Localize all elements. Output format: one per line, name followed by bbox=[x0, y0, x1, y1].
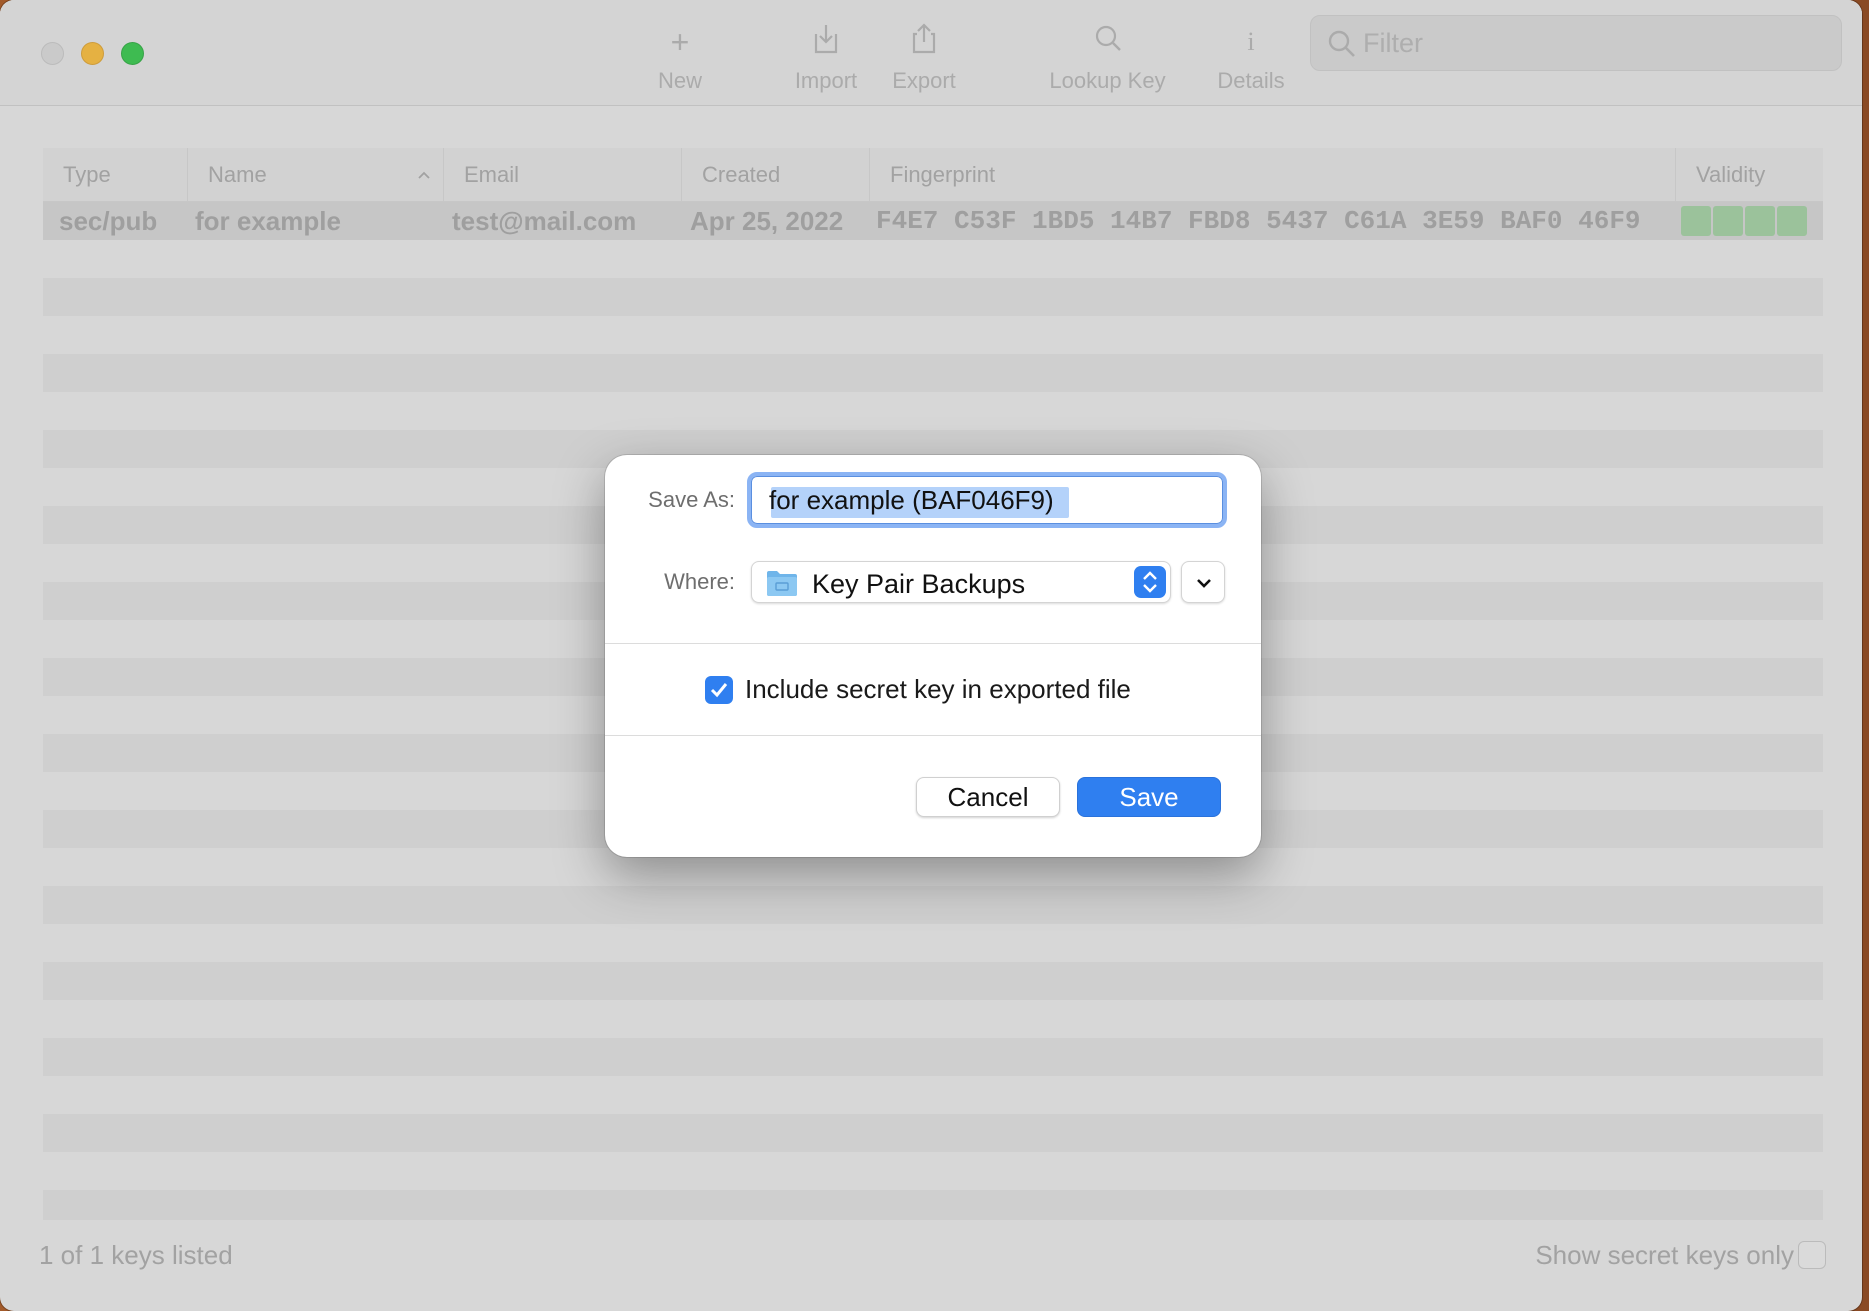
up-down-chevron-icon bbox=[1134, 566, 1166, 598]
save-as-input[interactable] bbox=[751, 476, 1223, 524]
folder-icon bbox=[767, 571, 797, 596]
where-location-value: Key Pair Backups bbox=[812, 569, 1026, 599]
save-as-label: Save As: bbox=[648, 487, 735, 512]
where-location-popup[interactable]: Key Pair Backups bbox=[751, 561, 1171, 603]
cancel-button[interactable]: Cancel bbox=[916, 777, 1060, 817]
chevron-down-icon bbox=[1197, 579, 1211, 588]
save-as-field[interactable] bbox=[747, 472, 1227, 528]
save-button[interactable]: Save bbox=[1077, 777, 1221, 817]
expand-browser-button[interactable] bbox=[1181, 561, 1225, 603]
where-label: Where: bbox=[664, 569, 735, 594]
include-secret-key-checkbox[interactable] bbox=[705, 676, 733, 704]
save-sheet: Save As: Where: Key Pair Backups Include… bbox=[605, 455, 1261, 857]
divider bbox=[605, 643, 1261, 644]
include-secret-key-label: Include secret key in exported file bbox=[745, 674, 1131, 704]
checkmark-icon bbox=[710, 683, 728, 698]
divider bbox=[605, 735, 1261, 736]
